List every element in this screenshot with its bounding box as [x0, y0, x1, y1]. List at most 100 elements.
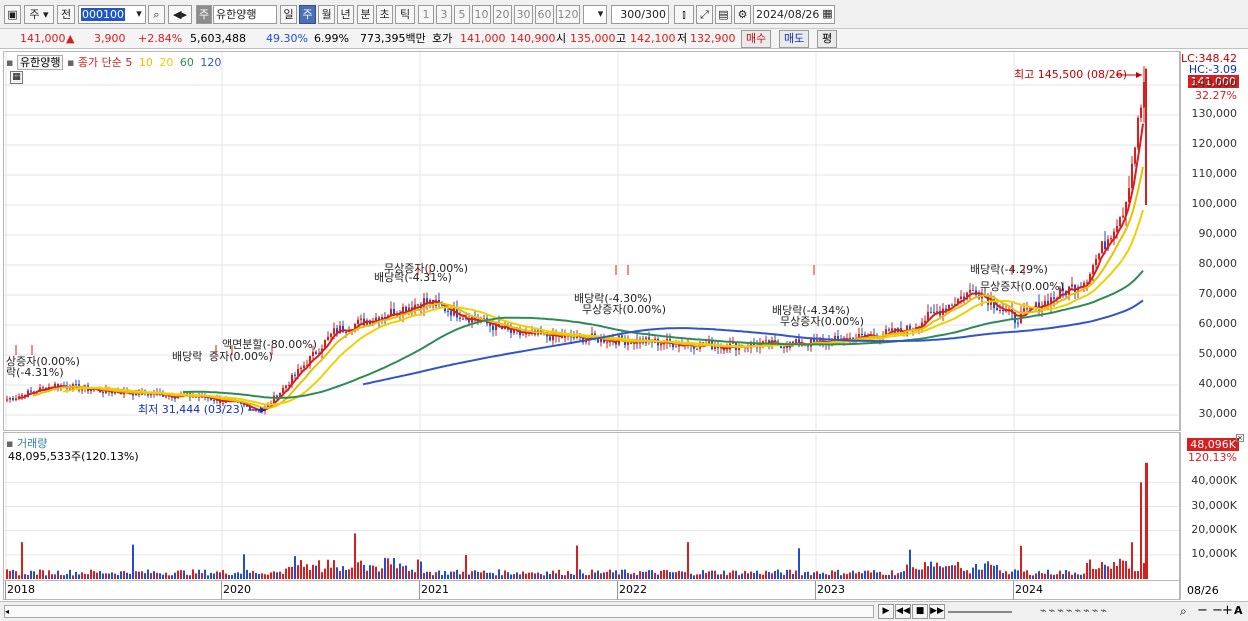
volume-bar: [435, 572, 437, 579]
candle-body: [783, 346, 785, 349]
stock-name-field[interactable]: 유한양행: [213, 5, 277, 24]
volume-bar: [945, 566, 947, 579]
volume-bar: [933, 566, 935, 579]
candle-body: [12, 398, 14, 401]
volume-bar: [45, 575, 47, 579]
buy-button[interactable]: 매수: [741, 30, 772, 48]
volume-bar: [1050, 574, 1052, 579]
volume-bar: [753, 572, 755, 579]
candle-type-icon[interactable]: ⫾: [674, 5, 694, 24]
volume-tick-label: 20,000K: [1191, 522, 1237, 536]
draw-tool-icon[interactable]: ⤢: [696, 5, 713, 24]
scroll-right-icon[interactable]: ▶: [878, 604, 894, 619]
main-toolbar: ▣ 주 ▾ 전 000100 ▾ ⌕ ◀▸ 주 유한양행 일 주 월 년 분 초…: [0, 0, 1248, 29]
period-second-tab[interactable]: 초: [376, 5, 393, 24]
volume-bar: [837, 569, 839, 579]
calendar-icon[interactable]: ▦: [820, 5, 835, 24]
period-month-tab[interactable]: 월: [318, 5, 335, 24]
custom-interval-dropdown-icon[interactable]: ▾: [594, 5, 607, 24]
volume-bar: [777, 569, 779, 579]
volume-bar: [564, 575, 566, 579]
volume-bar: [492, 573, 494, 579]
search-icon[interactable]: ⌕: [148, 5, 165, 24]
evaluate-button[interactable]: 평: [817, 30, 838, 48]
volume-bar: [798, 548, 800, 579]
candle-body: [459, 317, 461, 319]
fast-forward-icon[interactable]: ▶▶: [929, 604, 945, 619]
volume-bars: [6, 462, 1148, 579]
volume-bar: [501, 575, 503, 579]
period-week-tab[interactable]: 주: [299, 5, 316, 24]
event-label: 배당락: [172, 350, 202, 363]
minute-1-button[interactable]: 1: [418, 5, 434, 24]
minute-120-button[interactable]: 120: [556, 5, 580, 24]
volume-bar: [201, 573, 203, 579]
settings-gear-icon[interactable]: ⚙: [734, 5, 751, 24]
close-icon[interactable]: ×: [1236, 434, 1244, 442]
time-tick-mark: [419, 581, 420, 600]
horizontal-scrollbar[interactable]: ◂: [4, 605, 874, 618]
zoom-out-icon[interactable]: −: [1197, 603, 1208, 618]
candle-body: [315, 351, 317, 355]
volume-bar: [717, 574, 719, 579]
scroll-left-icon[interactable]: ◂: [5, 606, 13, 617]
rewind-icon[interactable]: ◀◀: [895, 604, 911, 619]
volume-bar: [900, 572, 902, 579]
minute-30-button[interactable]: 30: [514, 5, 533, 24]
volume-bar: [474, 570, 476, 579]
save-icon[interactable]: ▤: [715, 5, 732, 24]
market-select[interactable]: 주 ▾: [24, 5, 54, 24]
window-menu-icon[interactable]: ▣: [4, 5, 21, 24]
minute-3-button[interactable]: 3: [436, 5, 452, 24]
volume-bar: [342, 566, 344, 579]
zoom-slider[interactable]: [948, 611, 1012, 613]
volume-bar: [993, 565, 995, 579]
candle-body: [765, 340, 767, 342]
volume-bar: [213, 573, 215, 579]
volume-bar: [936, 562, 938, 579]
prefix-button[interactable]: 전: [57, 5, 75, 24]
font-size-icon[interactable]: A: [1234, 604, 1243, 617]
zoom-in-icon[interactable]: +: [1222, 603, 1233, 618]
candle-body: [285, 385, 287, 388]
period-tick-tab[interactable]: 틱: [395, 5, 415, 24]
code-dropdown-icon[interactable]: ▾: [132, 5, 146, 24]
minute-60-button[interactable]: 60: [535, 5, 554, 24]
volume-bar: [729, 572, 731, 579]
volume-chart-panel[interactable]: ▪ 거래량 48,095,533주(120.13%): [3, 432, 1180, 581]
volume-bar: [543, 575, 545, 579]
volume-bar: [849, 572, 851, 579]
drawing-tools-icon[interactable]: ⌁⌁⌁⌁⌁⌁⌁⌁: [1040, 604, 1109, 617]
period-day-tab[interactable]: 일: [280, 5, 297, 24]
stop-icon[interactable]: ■: [912, 604, 928, 619]
volume-bar: [1134, 571, 1136, 579]
volume-bar: [981, 569, 983, 579]
high-annotation: 최고 145,500 (08/26): [1014, 68, 1127, 81]
minute-20-button[interactable]: 20: [493, 5, 512, 24]
candle-body: [417, 304, 419, 306]
price-chart-panel[interactable]: ▪ 유한양행 ▪ 종가 단순 5 10 20 60 120 ▦ 상증자(0.00…: [3, 51, 1180, 431]
volume-chart-canvas[interactable]: [4, 433, 1179, 580]
price-chart-canvas[interactable]: 상증자(0.00%)락(-4.31%)배당락 증자(0.00%)액면분할(-80.…: [4, 52, 1179, 430]
volume-bar: [273, 571, 275, 579]
period-year-tab[interactable]: 년: [337, 5, 354, 24]
zoom-search-icon[interactable]: ⌕: [1180, 604, 1187, 619]
minute-10-button[interactable]: 10: [472, 5, 491, 24]
volume-bar: [144, 573, 146, 579]
high-price: 142,100: [630, 32, 676, 45]
volume-bar: [126, 572, 128, 579]
bar-count-field[interactable]: 300/300: [611, 5, 669, 24]
volume-bar: [219, 572, 221, 579]
minute-5-button[interactable]: 5: [454, 5, 470, 24]
volume-bar: [171, 575, 173, 579]
volume-bar: [624, 569, 626, 579]
speaker-icon[interactable]: ◀▸: [168, 5, 192, 24]
volume-bar: [1023, 571, 1025, 579]
market-value: 주: [29, 8, 40, 21]
up-arrow-icon: ▲: [66, 32, 75, 45]
volume-bar: [1113, 561, 1115, 579]
sell-button[interactable]: 매도: [779, 30, 810, 48]
period-minute-tab[interactable]: 분: [357, 5, 374, 24]
volume-bar: [189, 575, 191, 579]
time-tick-mark: [815, 581, 816, 600]
